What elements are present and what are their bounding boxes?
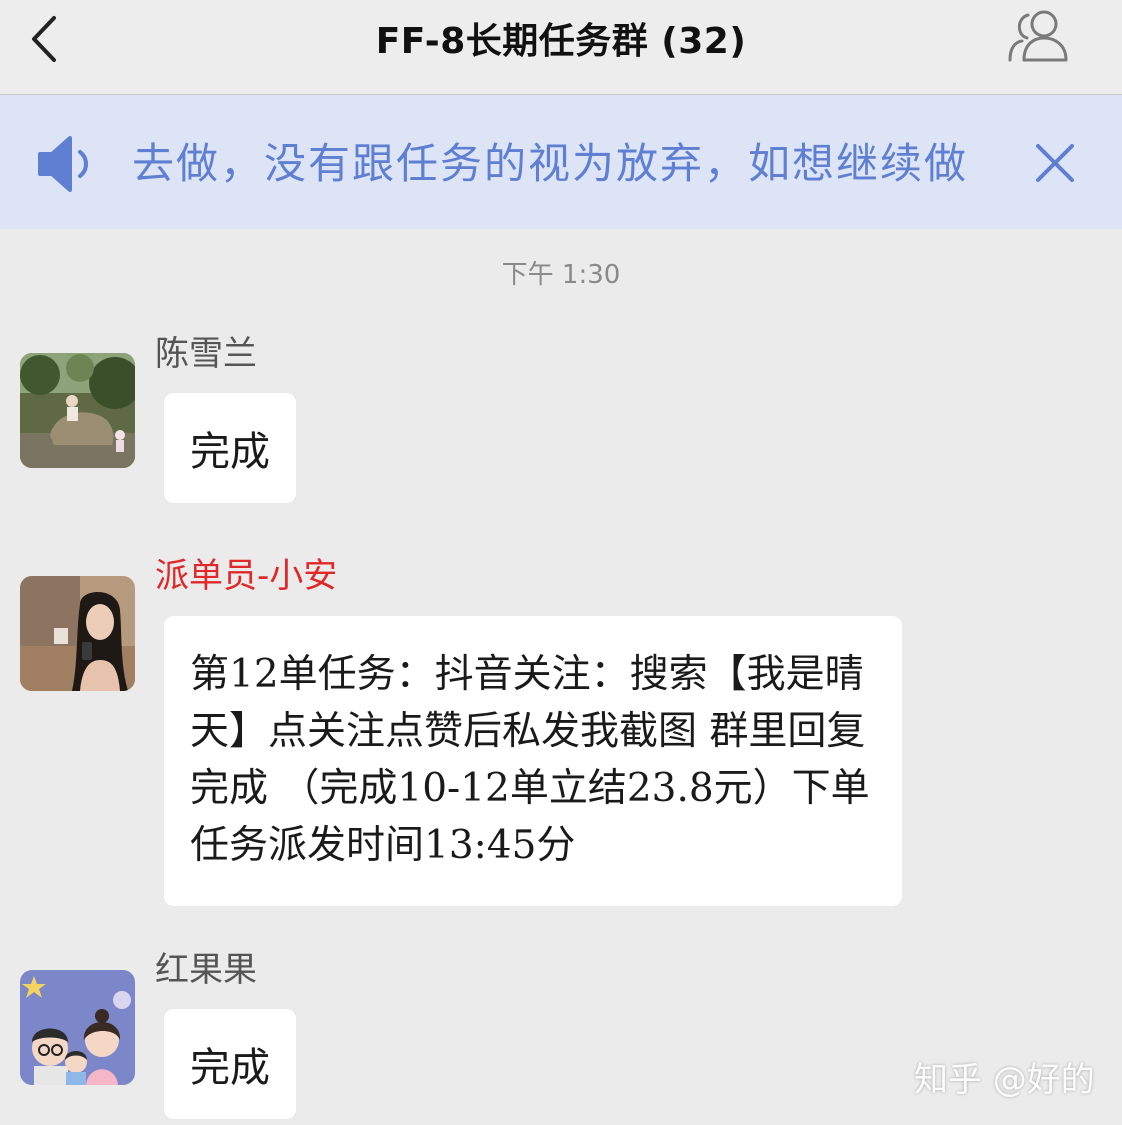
avatar[interactable] [20, 970, 135, 1085]
notice-close-button[interactable] [1030, 138, 1080, 188]
message-text: 完成 [190, 429, 270, 475]
speaker-icon [36, 134, 100, 194]
message-bubble[interactable]: 第12单任务：抖音关注：搜索【我是晴天】点关注点赞后私发我截图 群里回复完成 （… [164, 616, 902, 906]
message-bubble[interactable]: 完成 [164, 393, 296, 503]
message-text: 第12单任务：抖音关注：搜索【我是晴天】点关注点赞后私发我截图 群里回复完成 （… [190, 652, 870, 868]
sender-name: 红果果 [155, 950, 257, 990]
watermark: 知乎 @好的 [914, 1060, 1095, 1100]
avatar-cartoon [20, 970, 135, 1085]
sender-name: 陈雪兰 [155, 334, 257, 374]
message-text: 完成 [190, 1045, 270, 1091]
chat-title: FF-8长期任务群 (32) [375, 21, 747, 62]
navigation-bar: FF-8长期任务群 (32) [0, 0, 1122, 95]
avatar[interactable] [20, 576, 135, 691]
notice-text: 去做，没有跟任务的视为放弃，如想继续做 [132, 139, 969, 188]
message-bubble[interactable]: 完成 [164, 1009, 296, 1119]
message-timestamp: 下午 1:30 [501, 260, 621, 290]
group-members-icon [1008, 10, 1068, 62]
avatar[interactable] [20, 353, 135, 468]
group-members-button[interactable] [1002, 8, 1074, 68]
sender-name: 派单员-小安 [155, 556, 338, 596]
avatar-photo [20, 576, 135, 691]
close-icon [1036, 144, 1074, 182]
avatar-photo [20, 353, 135, 468]
